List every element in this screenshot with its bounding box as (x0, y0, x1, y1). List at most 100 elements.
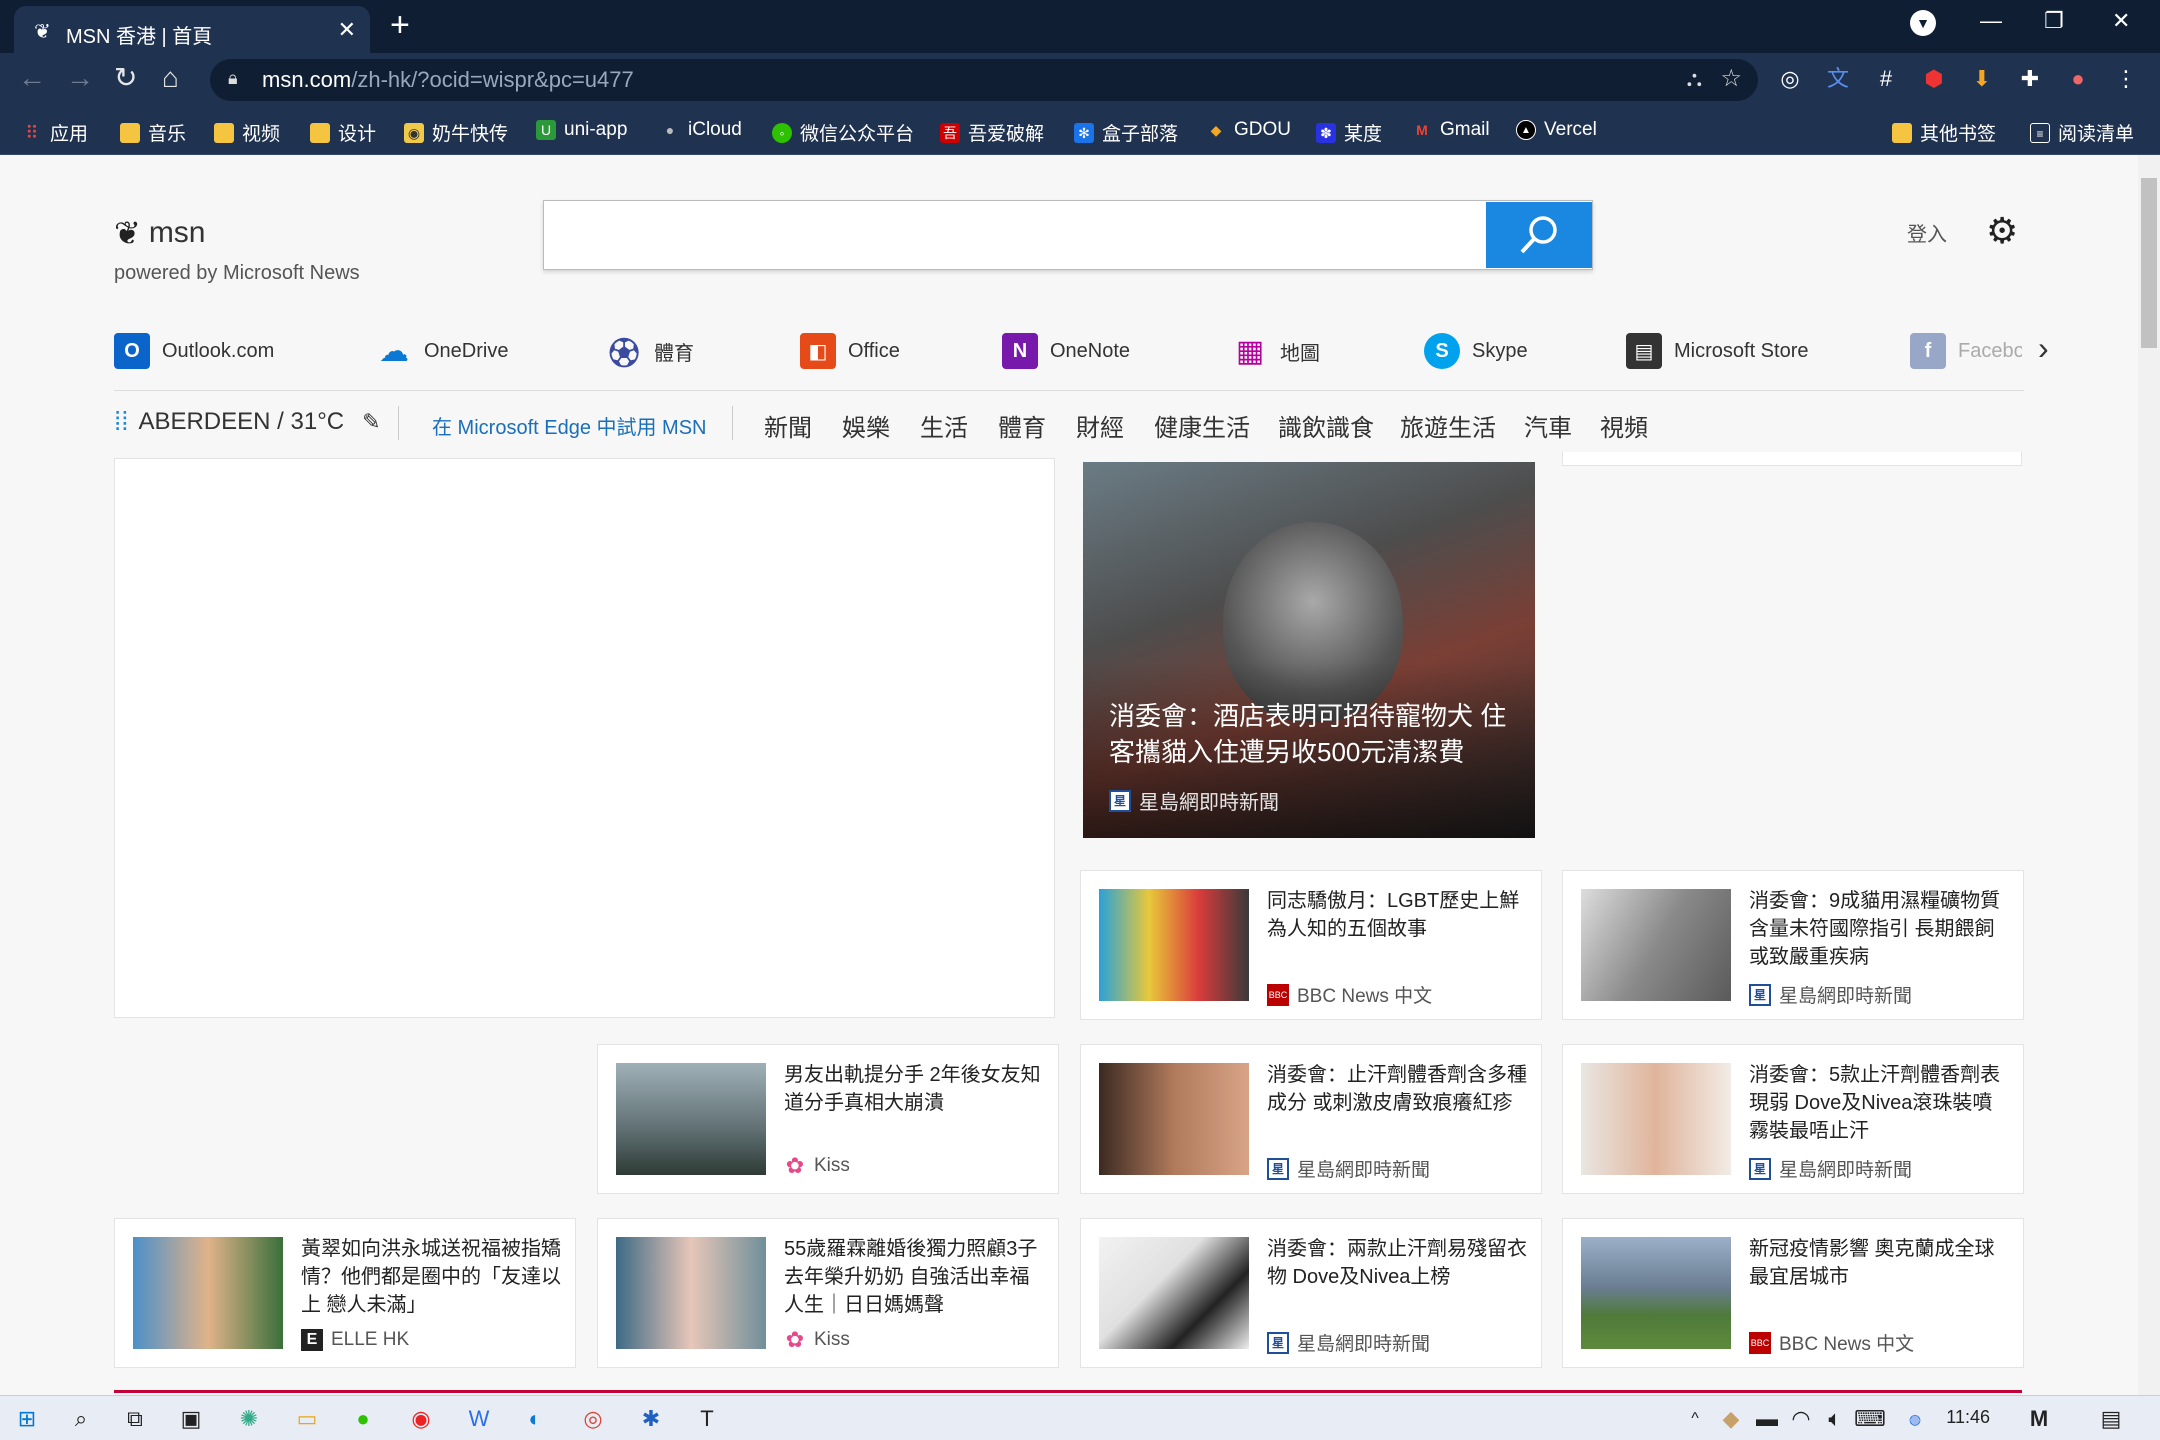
edge-try-link[interactable]: 在 Microsoft Edge 中試用 MSN (432, 411, 707, 440)
adblock-extension-icon[interactable]: ⬢ (1918, 62, 1950, 96)
restore-button[interactable]: ❐ (2044, 8, 2064, 34)
download-extension-icon[interactable]: ⬇ (1966, 62, 1998, 96)
battery-icon[interactable]: ▬ (1752, 1404, 1782, 1434)
nav-sports[interactable]: 體育 (998, 408, 1046, 443)
nav-autos[interactable]: 汽車 (1524, 408, 1572, 443)
back-icon[interactable]: ← (18, 62, 46, 94)
new-tab-button[interactable]: + (390, 8, 410, 42)
profile-avatar-icon[interactable]: ● (2062, 62, 2094, 96)
address-bar[interactable]: 🔒︎ msn.com/zh-hk/?ocid=wispr&pc=u477 ⛬ ☆ (210, 59, 1758, 101)
store-taskbar-icon[interactable]: ▣ (176, 1404, 206, 1434)
news-card[interactable]: 消委會：9成貓用濕糧礦物質含量未符國際指引 長期餵飼或致嚴重疾病 星星島網即時新… (1562, 870, 2024, 1020)
quicklink-store[interactable]: ▤ Microsoft Store (1626, 333, 1808, 369)
news-card[interactable]: 新冠疫情影響 奧克蘭成全球最宜居城市 BBC BBC News 中文 (1562, 1218, 2024, 1368)
search-input[interactable] (543, 200, 1593, 270)
bookmark-link[interactable]: M Gmail (1412, 119, 1489, 141)
forward-icon[interactable]: → (66, 62, 94, 94)
notification-icon[interactable]: ▤ (2096, 1404, 2126, 1434)
wifi-icon[interactable]: ◠ (1786, 1404, 1816, 1434)
quicklink-sports[interactable]: ⚽︎ 體育 (606, 333, 694, 371)
quicklink-facebook[interactable]: f Facebo (1910, 333, 2022, 369)
nav-food[interactable]: 識飲識食 (1278, 408, 1374, 443)
chevron-right-icon[interactable]: › (2038, 330, 2049, 367)
bookmark-link[interactable]: ◦ 微信公众平台 (772, 119, 914, 146)
nav-finance[interactable]: 財經 (1076, 408, 1124, 443)
volume-icon[interactable]: 🔈︎ (1820, 1404, 1850, 1434)
news-card[interactable]: 同志驕傲月：LGBT歷史上鮮為人知的五個故事 BBC BBC News 中文 (1080, 870, 1542, 1020)
nav-entertainment[interactable]: 娛樂 (842, 408, 890, 443)
file-explorer-icon[interactable]: ▭ (292, 1404, 322, 1434)
tab-search-button[interactable]: ▼ (1910, 10, 1936, 36)
reading-list[interactable]: ≡ 阅读清单 (2030, 119, 2134, 146)
other-bookmarks[interactable]: 其他书签 (1892, 119, 1996, 146)
ifly-icon[interactable]: ◍ (1900, 1404, 1930, 1434)
bookmark-folder[interactable]: 音乐 (120, 119, 186, 146)
hero-card[interactable]: 消委會：酒店表明可招待寵物犬 住客攜貓入住遭另收500元清潔費 星星島網即時新聞 (1083, 462, 1535, 838)
nav-travel[interactable]: 旅遊生活 (1400, 408, 1496, 443)
nav-news[interactable]: 新聞 (764, 408, 812, 443)
quicklink-outlook[interactable]: O Outlook.com (114, 333, 274, 369)
puzzle-extensions-icon[interactable]: ✚ (2014, 62, 2046, 96)
news-card[interactable]: 男友出軌提分手 2年後女友知道分手真相大崩潰 ✿ Kiss (597, 1044, 1059, 1194)
bookmark-link[interactable]: ● iCloud (660, 119, 742, 141)
wechat-taskbar-icon[interactable]: ● (348, 1404, 378, 1434)
extension-icon[interactable]: ◎ (1774, 62, 1806, 96)
nav-health[interactable]: 健康生活 (1154, 408, 1250, 443)
bookmark-star-icon[interactable]: ☆ (1720, 64, 1742, 93)
bookmark-apps[interactable]: ⠿ 应用 (22, 119, 88, 146)
news-card[interactable]: 消委會：5款止汗劑體香劑表現弱 Dove及Nivea滾珠裝噴霧裝最唔止汗 星星島… (1562, 1044, 2024, 1194)
edit-pencil-icon[interactable]: ✎ (362, 409, 380, 435)
tray-app-icon[interactable]: ◆ (1716, 1404, 1746, 1434)
bookmark-link[interactable]: ▲ Vercel (1516, 119, 1597, 141)
home-icon[interactable]: ⌂ (162, 62, 179, 94)
quicklink-maps[interactable]: ▦ 地圖 (1232, 333, 1320, 369)
chrome-icon[interactable]: ◎ (578, 1404, 608, 1434)
menu-kebab-icon[interactable]: ⋮ (2110, 62, 2142, 96)
bookmark-link[interactable]: ✻ 盒子部落 (1074, 119, 1178, 146)
sign-in-link[interactable]: 登入 (1907, 218, 1947, 247)
edge-icon[interactable]: ◐ (520, 1404, 550, 1434)
news-card[interactable]: 黃翠如向洪永城送祝福被指矯情？他們都是圈中的「友達以上 戀人未滿」 E ELLE … (114, 1218, 576, 1368)
news-card[interactable]: 消委會：兩款止汗劑易殘留衣物 Dove及Nivea上榜 星星島網即時新聞 (1080, 1218, 1542, 1368)
browser-tab[interactable]: ❦ MSN 香港 | 首頁 ✕ (14, 6, 370, 53)
minimize-button[interactable]: — (1980, 8, 2002, 34)
bookmark-folder[interactable]: 视频 (214, 119, 280, 146)
scrollbar-thumb[interactable] (2141, 178, 2157, 348)
typora-icon[interactable]: T (692, 1404, 722, 1434)
windows-start-icon[interactable]: ⊞ (12, 1404, 42, 1434)
msn-logo[interactable]: ❦ msn (114, 214, 206, 252)
nav-life[interactable]: 生活 (920, 408, 968, 443)
bookmark-link[interactable]: ◆ GDOU (1206, 119, 1291, 141)
bookmark-link[interactable]: ✽ 某度 (1316, 119, 1382, 146)
weather-widget[interactable]: ⁞⁞ ABERDEEN / 31°C ✎ (114, 406, 381, 437)
quicklink-onedrive[interactable]: ☁ OneDrive (376, 333, 508, 369)
bookmark-link[interactable]: Uuni-app (536, 119, 627, 141)
tray-overflow-icon[interactable]: ^ (1680, 1404, 1710, 1434)
app2-taskbar-icon[interactable]: ✱ (636, 1404, 666, 1434)
taskbar-clock[interactable]: 11:46 (1946, 1407, 1990, 1428)
translate-icon[interactable]: ⛬ (1687, 66, 1702, 92)
nav-video[interactable]: 視頻 (1600, 408, 1648, 443)
ime-icon[interactable]: ⌨ (1854, 1404, 1886, 1434)
netease-music-icon[interactable]: ◉ (406, 1404, 436, 1434)
bookmark-link[interactable]: 吾吾爱破解 (940, 119, 1044, 146)
close-tab-icon[interactable]: ✕ (338, 17, 356, 43)
quicklink-onenote[interactable]: N OneNote (1002, 333, 1130, 369)
translate-extension-icon[interactable]: 文 (1822, 62, 1854, 96)
bookmark-folder[interactable]: 设计 (310, 119, 376, 146)
close-window-button[interactable]: ✕ (2112, 8, 2130, 34)
hashtag-extension-icon[interactable]: # (1870, 62, 1902, 96)
gear-icon[interactable]: ⚙ (1986, 210, 2018, 252)
news-card[interactable]: 55歲羅霖離婚後獨力照顧3子 去年榮升奶奶 自強活出幸福人生｜日日媽媽聲 ✿ Ki… (597, 1218, 1059, 1368)
reload-icon[interactable]: ↻ (114, 62, 137, 94)
bookmark-link[interactable]: ◉ 奶牛快传 (404, 119, 508, 146)
task-view-icon[interactable]: ⧉ (120, 1404, 150, 1434)
search-taskbar-icon[interactable]: ⌕ (66, 1404, 96, 1434)
search-button[interactable] (1486, 202, 1592, 268)
quicklink-office[interactable]: ◧ Office (800, 333, 900, 369)
app-taskbar-icon[interactable]: ✺ (234, 1404, 264, 1434)
ime-mode-icon[interactable]: M (2024, 1404, 2054, 1434)
wps-icon[interactable]: W (464, 1404, 494, 1434)
quicklink-skype[interactable]: S Skype (1424, 333, 1528, 369)
news-card[interactable]: 消委會：止汗劑體香劑含多種成分 或刺激皮膚致痕癢紅疹 星星島網即時新聞 (1080, 1044, 1542, 1194)
